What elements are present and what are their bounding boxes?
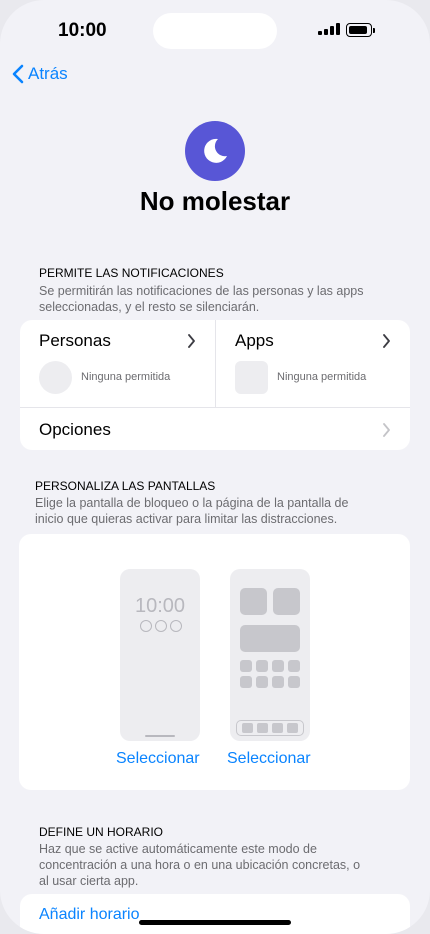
people-placeholder-avatar xyxy=(39,361,72,394)
chevron-right-icon xyxy=(188,334,195,348)
widget-block xyxy=(240,588,267,615)
apps-placeholder-icon xyxy=(235,361,268,394)
home-screen-preview[interactable] xyxy=(230,569,310,741)
chevron-left-icon xyxy=(12,64,24,84)
dock xyxy=(236,720,304,736)
phone-screen: 10:00 Atrás No molestar PERMITE LAS NOTI… xyxy=(0,0,430,934)
signal-icon xyxy=(318,23,340,35)
apps-cell[interactable]: Apps Ninguna permitida xyxy=(216,320,410,407)
schedule-desc-line: Haz que se active automáticamente este m… xyxy=(39,842,317,856)
screens-desc-line: Elige la pantalla de bloqueo o la página… xyxy=(35,496,349,510)
schedule-card: Añadir horario xyxy=(20,894,410,934)
dynamic-island xyxy=(153,13,277,49)
home-indicator xyxy=(139,920,291,925)
options-label: Opciones xyxy=(39,420,111,439)
notifications-card: Personas Ninguna permitida Apps Ninguna … xyxy=(20,320,410,450)
people-label: Personas xyxy=(39,331,111,350)
widget-block xyxy=(273,588,300,615)
screens-desc-line: inicio que quieras activar para limitar … xyxy=(35,512,338,526)
battery-icon xyxy=(346,23,375,37)
lock-home-indicator xyxy=(145,735,175,737)
screens-card: 10:00 Seleccionar Seleccionar xyxy=(19,534,410,790)
notifications-desc-line: Se permitirán las notificaciones de las … xyxy=(39,284,364,298)
moon-icon xyxy=(185,121,245,181)
app-icon-grid xyxy=(240,660,300,688)
status-time: 10:00 xyxy=(58,20,107,41)
add-schedule-button[interactable]: Añadir horario xyxy=(39,906,140,924)
schedule-desc-line: concentración a una hora o en una ubicac… xyxy=(39,858,361,872)
back-label: Atrás xyxy=(28,64,68,83)
chevron-right-icon xyxy=(383,423,390,437)
page-title: No molestar xyxy=(139,186,291,216)
select-lock-screen-button[interactable]: Seleccionar xyxy=(116,750,200,768)
select-home-screen-button[interactable]: Seleccionar xyxy=(227,750,311,768)
people-cell[interactable]: Personas Ninguna permitida xyxy=(20,320,215,407)
schedule-desc-line: al usar cierta app. xyxy=(39,874,139,888)
status-bar: 10:00 xyxy=(0,0,430,60)
widget-block xyxy=(240,625,300,652)
options-row[interactable]: Opciones xyxy=(20,408,410,450)
lock-screen-time: 10:00 xyxy=(134,595,186,617)
apps-status: Ninguna permitida xyxy=(277,371,367,383)
notifications-description: Se permitirán las notificaciones de las … xyxy=(39,283,363,315)
widget-circles xyxy=(140,620,182,632)
notifications-heading: PERMITE LAS NOTIFICACIONES xyxy=(39,266,224,280)
back-button[interactable]: Atrás xyxy=(12,64,68,84)
schedule-heading: DEFINE UN HORARIO xyxy=(39,825,164,839)
chevron-right-icon xyxy=(383,334,390,348)
screens-heading: PERSONALIZA LAS PANTALLAS xyxy=(35,479,216,493)
schedule-description: Haz que se active automáticamente este m… xyxy=(39,841,360,889)
screens-description: Elige la pantalla de bloqueo o la página… xyxy=(35,495,348,527)
lock-screen-preview[interactable]: 10:00 xyxy=(120,569,200,741)
people-status: Ninguna permitida xyxy=(81,371,171,383)
notifications-desc-line: seleccionadas, y el resto se silenciarán… xyxy=(39,300,260,314)
apps-label: Apps xyxy=(235,331,274,350)
